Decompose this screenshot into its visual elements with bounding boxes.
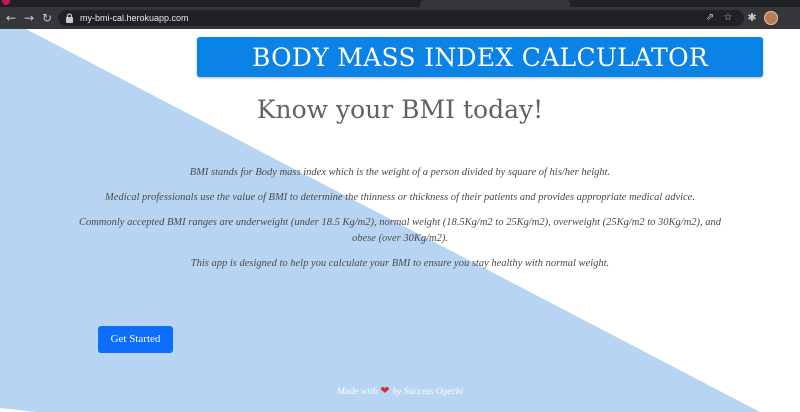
heart-icon: ❤	[380, 384, 390, 397]
page-heading: Know your BMI today!	[256, 95, 544, 124]
browser-toolbar: ← → ↻ my-bmi-cal.herokuapp.com ⇗ ☆ ✱	[0, 7, 800, 29]
tab-favicon	[2, 0, 10, 5]
reload-icon[interactable]: ↻	[39, 10, 55, 26]
browser-tab-strip	[0, 0, 800, 7]
star-icon[interactable]: ☆	[722, 12, 734, 24]
footer: Made with ❤ by Success Ogechi	[0, 384, 800, 397]
description-paragraph: Medical professionals use the value of B…	[105, 192, 695, 203]
url-text: my-bmi-cal.herokuapp.com	[80, 13, 189, 23]
puzzle-icon[interactable]: ✱	[744, 10, 760, 26]
get-started-button[interactable]: Get Started	[98, 326, 173, 353]
address-bar[interactable]: my-bmi-cal.herokuapp.com ⇗ ☆	[58, 10, 744, 26]
title-banner: BODY MASS INDEX CALCULATOR	[197, 37, 763, 77]
page-title: BODY MASS INDEX CALCULATOR	[251, 42, 709, 72]
profile-avatar[interactable]	[764, 11, 778, 25]
active-tab[interactable]	[420, 0, 570, 7]
lock-icon	[66, 13, 73, 23]
share-icon[interactable]: ⇗	[704, 12, 716, 24]
description-paragraph: This app is designed to help you calcula…	[190, 258, 610, 269]
footer-suffix: by Success Ogechi	[392, 387, 464, 397]
back-arrow-icon[interactable]: ←	[3, 10, 19, 26]
forward-arrow-icon[interactable]: →	[21, 10, 37, 26]
footer-prefix: Made with	[336, 387, 378, 397]
description-paragraph: Commonly accepted BMI ranges are underwe…	[78, 217, 722, 244]
description-paragraph: BMI stands for Body mass index which is …	[189, 167, 611, 178]
page: BODY MASS INDEX CALCULATOR Know your BMI…	[0, 29, 800, 412]
